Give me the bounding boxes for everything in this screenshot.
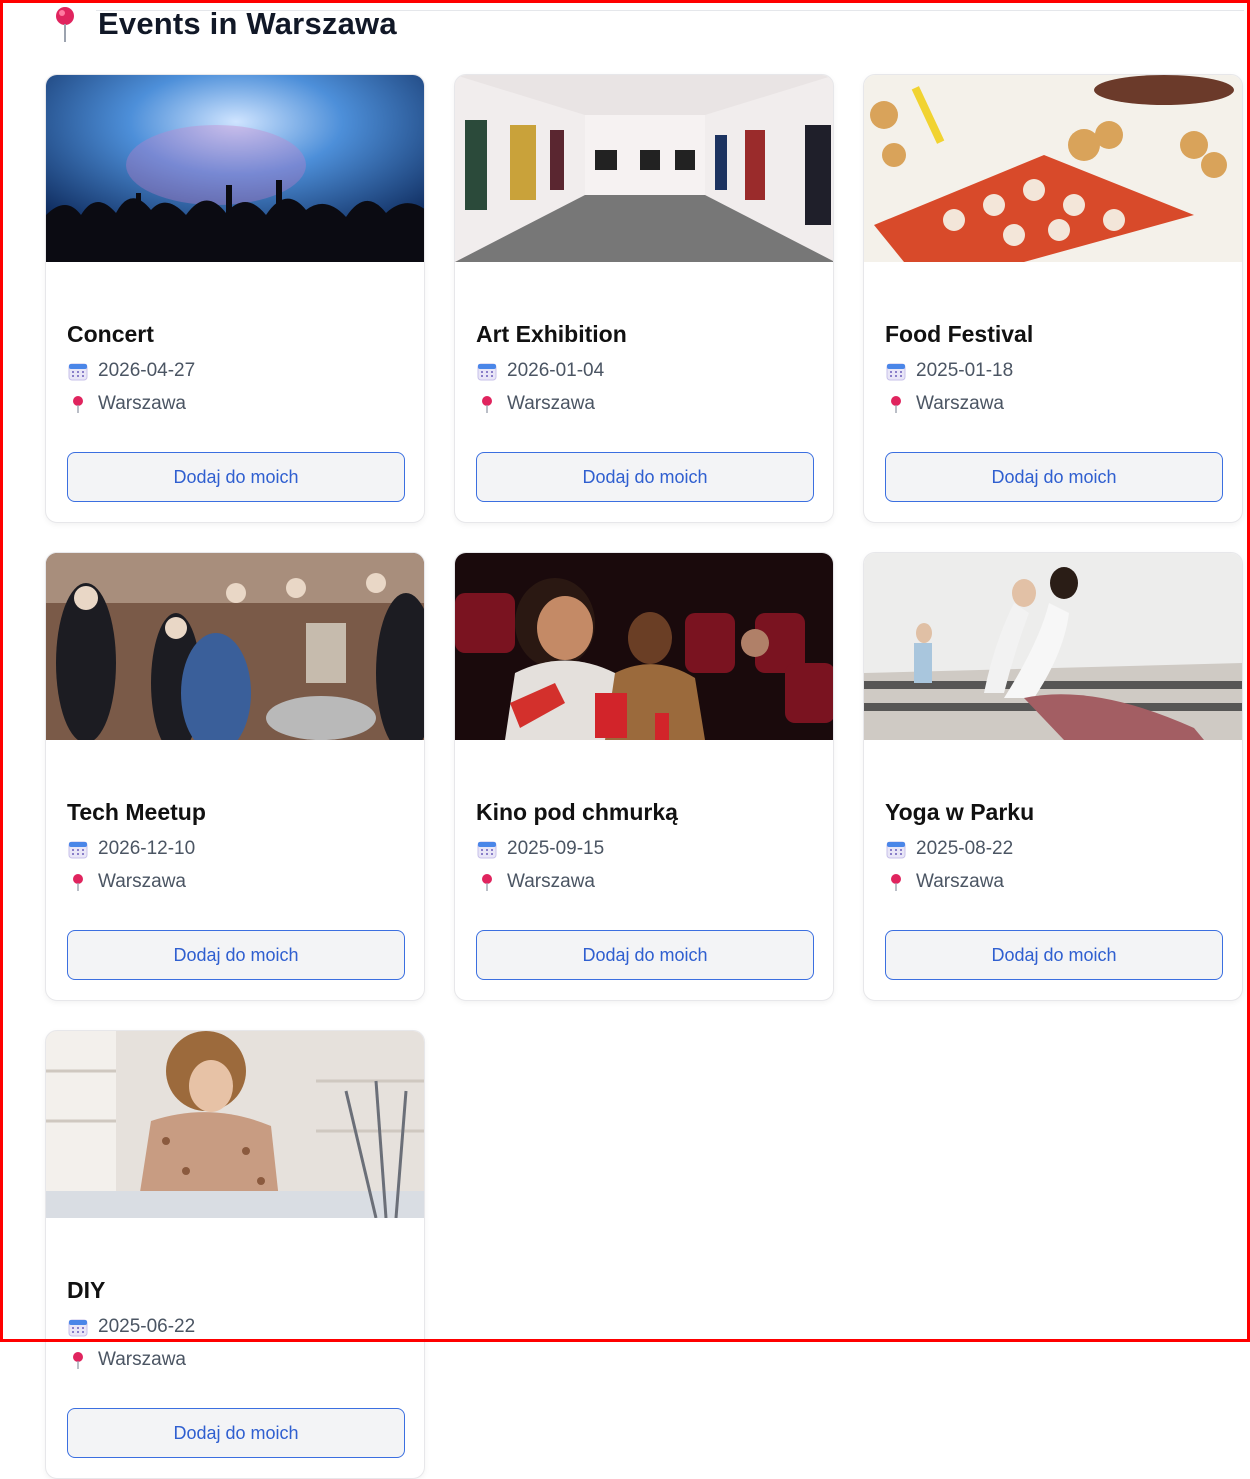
cinema-audience-image	[455, 553, 833, 740]
crafting-workshop-image	[46, 1031, 424, 1218]
event-date-text: 2025-06-22	[98, 1316, 196, 1337]
event-card: Art Exhibition 2026-01-04 Warszawa Dodaj…	[454, 74, 834, 523]
add-to-mine-button[interactable]: Dodaj do moich	[67, 452, 405, 502]
map-pin-icon	[891, 396, 901, 413]
calendar-icon	[477, 363, 497, 381]
concert-crowd-image	[46, 75, 424, 262]
event-location-text: Warszawa	[98, 1349, 186, 1370]
event-title: Concert	[67, 321, 154, 347]
page-header: Events in Warszawa	[50, 2, 397, 46]
event-location-text: Warszawa	[507, 393, 595, 414]
event-title: Food Festival	[885, 321, 1034, 347]
map-pin-icon	[73, 874, 83, 891]
calendar-icon	[68, 841, 88, 859]
event-location-text: Warszawa	[507, 871, 595, 892]
calendar-icon	[477, 841, 497, 859]
event-date: 2025-06-22	[68, 1316, 195, 1338]
event-date-text: 2026-01-04	[507, 360, 605, 381]
map-pin-icon	[891, 874, 901, 891]
event-location: Warszawa	[477, 871, 595, 893]
map-pin-icon	[56, 7, 74, 42]
event-location-text: Warszawa	[916, 393, 1004, 414]
calendar-icon	[886, 841, 906, 859]
event-location-text: Warszawa	[916, 871, 1004, 892]
art-gallery-image	[455, 75, 833, 262]
meetup-crowd-image	[46, 553, 424, 740]
calendar-icon	[68, 1319, 88, 1337]
event-date-text: 2025-08-22	[916, 838, 1014, 859]
event-title: Yoga w Parku	[885, 799, 1035, 825]
map-pin-icon	[73, 1352, 83, 1369]
event-date: 2026-12-10	[68, 838, 195, 860]
calendar-icon	[68, 363, 88, 381]
add-to-mine-button[interactable]: Dodaj do moich	[885, 930, 1223, 980]
event-title: Kino pod chmurką	[476, 799, 678, 825]
add-to-mine-button[interactable]: Dodaj do moich	[476, 452, 814, 502]
event-date-text: 2025-01-18	[916, 360, 1014, 381]
map-pin-icon	[482, 874, 492, 891]
add-to-mine-button[interactable]: Dodaj do moich	[67, 930, 405, 980]
map-pin-icon	[73, 396, 83, 413]
add-to-mine-button[interactable]: Dodaj do moich	[67, 1408, 405, 1458]
add-to-mine-button[interactable]: Dodaj do moich	[885, 452, 1223, 502]
event-title: Tech Meetup	[67, 799, 206, 825]
event-date-text: 2025-09-15	[507, 838, 605, 859]
event-card: DIY 2025-06-22 Warszawa Dodaj do moich	[45, 1030, 425, 1479]
event-date: 2025-09-15	[477, 838, 604, 860]
event-date-text: 2026-04-27	[98, 360, 196, 381]
event-location: Warszawa	[477, 393, 595, 415]
event-title: Art Exhibition	[476, 321, 627, 347]
event-card: Food Festival 2025-01-18 Warszawa Dodaj …	[863, 74, 1243, 523]
event-location: Warszawa	[68, 871, 186, 893]
event-date: 2026-01-04	[477, 360, 604, 382]
event-location: Warszawa	[68, 1349, 186, 1371]
event-date: 2025-08-22	[886, 838, 1013, 860]
event-date: 2026-04-27	[68, 360, 195, 382]
event-location: Warszawa	[886, 871, 1004, 893]
add-to-mine-button[interactable]: Dodaj do moich	[476, 930, 814, 980]
event-location: Warszawa	[886, 393, 1004, 415]
map-pin-icon	[482, 396, 492, 413]
event-location: Warszawa	[68, 393, 186, 415]
page-title: Events in Warszawa	[98, 6, 397, 41]
food-platter-image	[864, 75, 1242, 262]
event-date: 2025-01-18	[886, 360, 1013, 382]
event-card: Concert 2026-04-27 Warszawa Dodaj do moi…	[45, 74, 425, 523]
calendar-icon	[886, 363, 906, 381]
yoga-class-image	[864, 553, 1242, 740]
event-card: Kino pod chmurką 2025-09-15 Warszawa Dod…	[454, 552, 834, 1001]
event-card: Yoga w Parku 2025-08-22 Warszawa Dodaj d…	[863, 552, 1243, 1001]
event-card: Tech Meetup 2026-12-10 Warszawa Dodaj do…	[45, 552, 425, 1001]
event-date-text: 2026-12-10	[98, 838, 196, 859]
event-location-text: Warszawa	[98, 393, 186, 414]
event-location-text: Warszawa	[98, 871, 186, 892]
event-title: DIY	[67, 1277, 106, 1303]
